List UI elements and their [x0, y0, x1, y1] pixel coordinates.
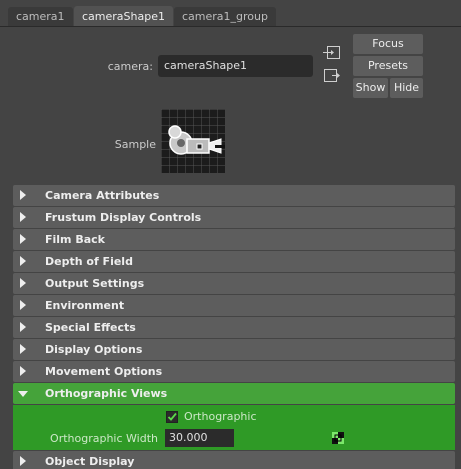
tab-camera1-group[interactable]: camera1_group [174, 7, 276, 26]
tab-bar: camera1 cameraShape1 camera1_group [0, 0, 461, 27]
tab-camerashape1[interactable]: cameraShape1 [74, 6, 173, 27]
orthographic-checkbox-label: Orthographic [184, 410, 257, 423]
camera-name-field[interactable]: cameraShape1 [158, 55, 313, 77]
expand-arrow-icon [20, 190, 26, 200]
attribute-sections: Camera Attributes Frustum Display Contro… [13, 185, 455, 469]
expand-arrow-icon [20, 234, 26, 244]
section-film-back[interactable]: Film Back [13, 229, 455, 250]
sample-swatch [161, 109, 225, 173]
section-label: Object Display [45, 455, 135, 468]
section-depth-of-field[interactable]: Depth of Field [13, 251, 455, 272]
expand-arrow-icon [20, 300, 26, 310]
section-output-settings[interactable]: Output Settings [13, 273, 455, 294]
orthographic-width-label: Orthographic Width [50, 432, 158, 445]
expand-arrow-icon [20, 256, 26, 266]
section-label: Environment [45, 299, 125, 312]
output-connection-icon[interactable] [323, 68, 341, 84]
section-orthographic-views[interactable]: Orthographic Views [13, 383, 455, 404]
presets-button[interactable]: Presets [353, 56, 423, 76]
section-label: Film Back [45, 233, 105, 246]
camera-label: camera: [107, 60, 153, 73]
section-label: Output Settings [45, 277, 145, 290]
section-label: Camera Attributes [45, 189, 160, 202]
expand-arrow-icon [20, 344, 26, 354]
tab-divider [0, 26, 461, 27]
section-label: Orthographic Views [45, 387, 168, 400]
section-camera-attributes[interactable]: Camera Attributes [13, 185, 455, 206]
tab-camera1[interactable]: camera1 [8, 7, 73, 26]
attribute-editor: camera1 cameraShape1 camera1_group camer… [0, 0, 461, 469]
checkmark-icon [167, 412, 177, 421]
expand-arrow-icon [20, 212, 26, 222]
show-button[interactable]: Show [353, 78, 388, 98]
sample-label: Sample [114, 138, 156, 151]
camera-swatch-icon [161, 109, 225, 173]
section-display-options[interactable]: Display Options [13, 339, 455, 360]
section-label: Movement Options [45, 365, 163, 378]
expand-arrow-icon [20, 366, 26, 376]
expand-arrow-icon [20, 322, 26, 332]
orthographic-width-field[interactable]: 30.000 [165, 429, 234, 447]
section-movement-options[interactable]: Movement Options [13, 361, 455, 382]
focus-button[interactable]: Focus [353, 34, 423, 54]
section-environment[interactable]: Environment [13, 295, 455, 316]
map-button-icon[interactable] [332, 432, 344, 444]
section-frustum-display-controls[interactable]: Frustum Display Controls [13, 207, 455, 228]
orthographic-checkbox[interactable] [166, 411, 178, 423]
orthographic-views-body: Orthographic Orthographic Width 30.000 [13, 405, 455, 450]
section-label: Depth of Field [45, 255, 133, 268]
section-object-display[interactable]: Object Display [13, 451, 455, 469]
expand-arrow-icon [20, 278, 26, 288]
collapse-arrow-icon [18, 391, 28, 397]
section-label: Frustum Display Controls [45, 211, 202, 224]
hide-button[interactable]: Hide [390, 78, 423, 98]
section-special-effects[interactable]: Special Effects [13, 317, 455, 338]
expand-arrow-icon [20, 456, 26, 466]
section-label: Display Options [45, 343, 143, 356]
section-label: Special Effects [45, 321, 136, 334]
input-connection-icon[interactable] [323, 45, 341, 61]
